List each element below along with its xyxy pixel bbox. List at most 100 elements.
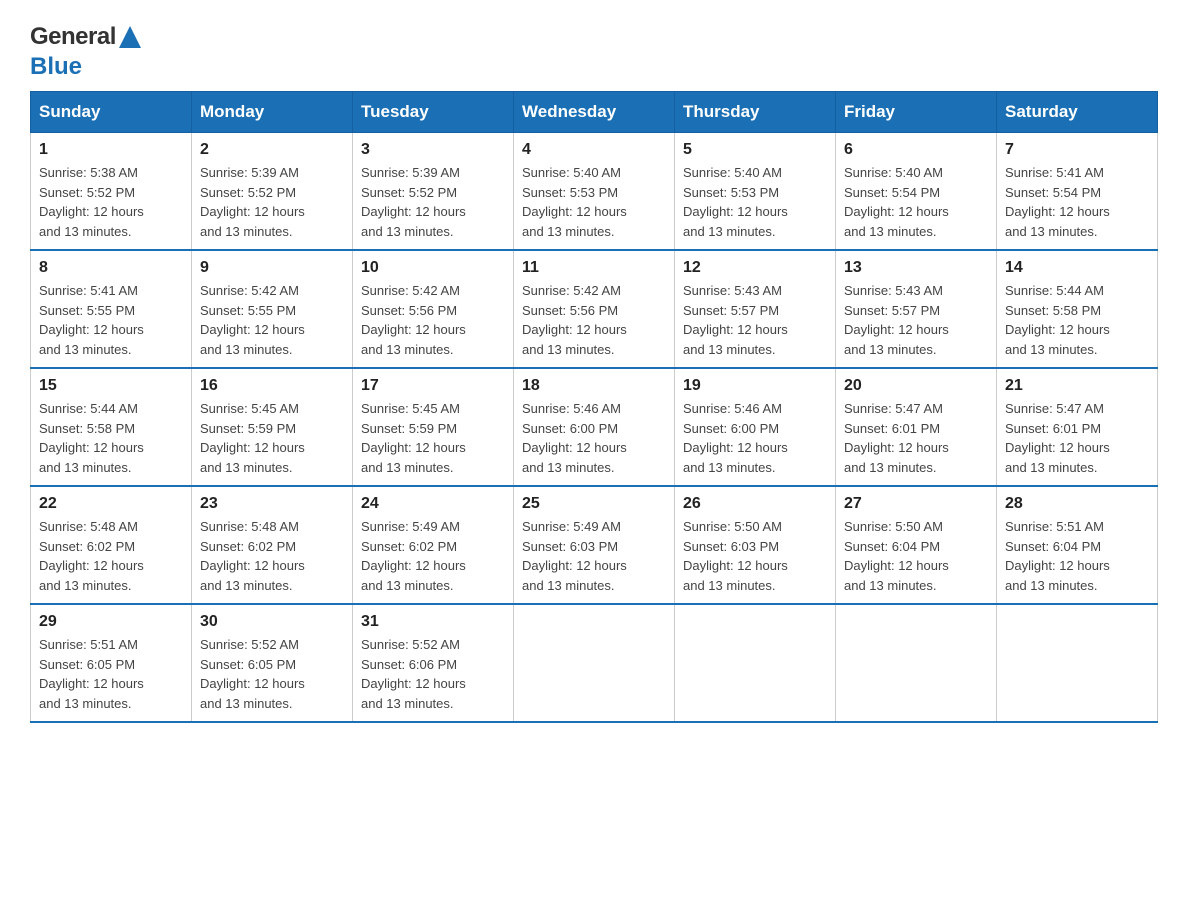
day-info: Sunrise: 5:41 AMSunset: 5:54 PMDaylight:… [1005, 165, 1110, 239]
header-monday: Monday [192, 92, 353, 133]
page-header: General Blue [30, 20, 1158, 81]
day-number: 11 [522, 259, 666, 277]
table-row: 10 Sunrise: 5:42 AMSunset: 5:56 PMDayligh… [353, 250, 514, 368]
day-number: 13 [844, 259, 988, 277]
logo: General Blue [30, 20, 141, 81]
day-number: 21 [1005, 377, 1149, 395]
day-info: Sunrise: 5:40 AMSunset: 5:53 PMDaylight:… [522, 165, 627, 239]
day-info: Sunrise: 5:43 AMSunset: 5:57 PMDaylight:… [844, 283, 949, 357]
day-info: Sunrise: 5:42 AMSunset: 5:56 PMDaylight:… [522, 283, 627, 357]
day-info: Sunrise: 5:50 AMSunset: 6:03 PMDaylight:… [683, 519, 788, 593]
table-row: 21Sunrise: 5:47 AMSunset: 6:01 PMDayligh… [997, 368, 1158, 486]
day-number: 7 [1005, 141, 1149, 159]
day-number: 12 [683, 259, 827, 277]
logo-blue-text: Blue [30, 53, 82, 80]
day-number: 23 [200, 495, 344, 513]
day-number: 31 [361, 613, 505, 631]
day-info: Sunrise: 5:52 AMSunset: 6:06 PMDaylight:… [361, 637, 466, 711]
header-sunday: Sunday [31, 92, 192, 133]
day-info: Sunrise: 5:48 AMSunset: 6:02 PMDaylight:… [200, 519, 305, 593]
calendar-table: Sunday Monday Tuesday Wednesday Thursday… [30, 91, 1158, 723]
day-number: 6 [844, 141, 988, 159]
day-number: 29 [39, 613, 183, 631]
logo-general-text: General [30, 23, 116, 51]
header-friday: Friday [836, 92, 997, 133]
day-number: 3 [361, 141, 505, 159]
table-row [514, 604, 675, 722]
day-number: 1 [39, 141, 183, 159]
table-row: 23 Sunrise: 5:48 AMSunset: 6:02 PMDayligh… [192, 486, 353, 604]
day-number: 26 [683, 495, 827, 513]
day-number: 10 [361, 259, 505, 277]
day-number: 28 [1005, 495, 1149, 513]
table-row: 3 Sunrise: 5:39 AMSunset: 5:52 PMDaylight… [353, 133, 514, 251]
table-row: 26 Sunrise: 5:50 AMSunset: 6:03 PMDayligh… [675, 486, 836, 604]
calendar-body: 1 Sunrise: 5:38 AMSunset: 5:52 PMDaylight… [31, 133, 1158, 723]
day-number: 25 [522, 495, 666, 513]
table-row: 27Sunrise: 5:50 AMSunset: 6:04 PMDayligh… [836, 486, 997, 604]
day-info: Sunrise: 5:48 AMSunset: 6:02 PMDaylight:… [39, 519, 144, 593]
table-row [836, 604, 997, 722]
header-tuesday: Tuesday [353, 92, 514, 133]
table-row: 6 Sunrise: 5:40 AMSunset: 5:54 PMDaylight… [836, 133, 997, 251]
day-info: Sunrise: 5:39 AMSunset: 5:52 PMDaylight:… [361, 165, 466, 239]
table-row: 1 Sunrise: 5:38 AMSunset: 5:52 PMDaylight… [31, 133, 192, 251]
table-row [675, 604, 836, 722]
header-wednesday: Wednesday [514, 92, 675, 133]
day-number: 2 [200, 141, 344, 159]
table-row: 9 Sunrise: 5:42 AMSunset: 5:55 PMDaylight… [192, 250, 353, 368]
header-saturday: Saturday [997, 92, 1158, 133]
day-info: Sunrise: 5:42 AMSunset: 5:56 PMDaylight:… [361, 283, 466, 357]
day-info: Sunrise: 5:45 AMSunset: 5:59 PMDaylight:… [200, 401, 305, 475]
table-row: 12 Sunrise: 5:43 AMSunset: 5:57 PMDayligh… [675, 250, 836, 368]
day-info: Sunrise: 5:43 AMSunset: 5:57 PMDaylight:… [683, 283, 788, 357]
day-number: 18 [522, 377, 666, 395]
table-row: 30 Sunrise: 5:52 AMSunset: 6:05 PMDayligh… [192, 604, 353, 722]
table-row: 24 Sunrise: 5:49 AMSunset: 6:02 PMDayligh… [353, 486, 514, 604]
day-number: 19 [683, 377, 827, 395]
day-info: Sunrise: 5:40 AMSunset: 5:54 PMDaylight:… [844, 165, 949, 239]
day-info: Sunrise: 5:49 AMSunset: 6:03 PMDaylight:… [522, 519, 627, 593]
day-info: Sunrise: 5:50 AMSunset: 6:04 PMDaylight:… [844, 519, 949, 593]
day-info: Sunrise: 5:44 AMSunset: 5:58 PMDaylight:… [1005, 283, 1110, 357]
day-number: 14 [1005, 259, 1149, 277]
day-info: Sunrise: 5:51 AMSunset: 6:05 PMDaylight:… [39, 637, 144, 711]
table-row: 18 Sunrise: 5:46 AMSunset: 6:00 PMDayligh… [514, 368, 675, 486]
table-row: 28 Sunrise: 5:51 AMSunset: 6:04 PMDayligh… [997, 486, 1158, 604]
table-row: 7 Sunrise: 5:41 AMSunset: 5:54 PMDaylight… [997, 133, 1158, 251]
day-info: Sunrise: 5:46 AMSunset: 6:00 PMDaylight:… [683, 401, 788, 475]
day-info: Sunrise: 5:47 AMSunset: 6:01 PMDaylight:… [844, 401, 949, 475]
table-row: 11 Sunrise: 5:42 AMSunset: 5:56 PMDayligh… [514, 250, 675, 368]
table-row: 8 Sunrise: 5:41 AMSunset: 5:55 PMDaylight… [31, 250, 192, 368]
day-number: 8 [39, 259, 183, 277]
table-row: 14 Sunrise: 5:44 AMSunset: 5:58 PMDayligh… [997, 250, 1158, 368]
day-number: 9 [200, 259, 344, 277]
day-info: Sunrise: 5:49 AMSunset: 6:02 PMDaylight:… [361, 519, 466, 593]
header-thursday: Thursday [675, 92, 836, 133]
day-info: Sunrise: 5:46 AMSunset: 6:00 PMDaylight:… [522, 401, 627, 475]
table-row: 4 Sunrise: 5:40 AMSunset: 5:53 PMDaylight… [514, 133, 675, 251]
day-number: 16 [200, 377, 344, 395]
day-info: Sunrise: 5:51 AMSunset: 6:04 PMDaylight:… [1005, 519, 1110, 593]
day-info: Sunrise: 5:42 AMSunset: 5:55 PMDaylight:… [200, 283, 305, 357]
day-info: Sunrise: 5:41 AMSunset: 5:55 PMDaylight:… [39, 283, 144, 357]
day-info: Sunrise: 5:52 AMSunset: 6:05 PMDaylight:… [200, 637, 305, 711]
day-info: Sunrise: 5:45 AMSunset: 5:59 PMDaylight:… [361, 401, 466, 475]
day-number: 24 [361, 495, 505, 513]
day-number: 15 [39, 377, 183, 395]
day-number: 30 [200, 613, 344, 631]
day-info: Sunrise: 5:44 AMSunset: 5:58 PMDaylight:… [39, 401, 144, 475]
day-number: 4 [522, 141, 666, 159]
day-number: 22 [39, 495, 183, 513]
table-row: 15 Sunrise: 5:44 AMSunset: 5:58 PMDayligh… [31, 368, 192, 486]
day-info: Sunrise: 5:40 AMSunset: 5:53 PMDaylight:… [683, 165, 788, 239]
calendar-header: Sunday Monday Tuesday Wednesday Thursday… [31, 92, 1158, 133]
table-row: 20 Sunrise: 5:47 AMSunset: 6:01 PMDayligh… [836, 368, 997, 486]
day-number: 20 [844, 377, 988, 395]
day-info: Sunrise: 5:38 AMSunset: 5:52 PMDaylight:… [39, 165, 144, 239]
table-row [997, 604, 1158, 722]
table-row: 29 Sunrise: 5:51 AMSunset: 6:05 PMDayligh… [31, 604, 192, 722]
table-row: 31 Sunrise: 5:52 AMSunset: 6:06 PMDayligh… [353, 604, 514, 722]
day-number: 17 [361, 377, 505, 395]
table-row: 17 Sunrise: 5:45 AMSunset: 5:59 PMDayligh… [353, 368, 514, 486]
